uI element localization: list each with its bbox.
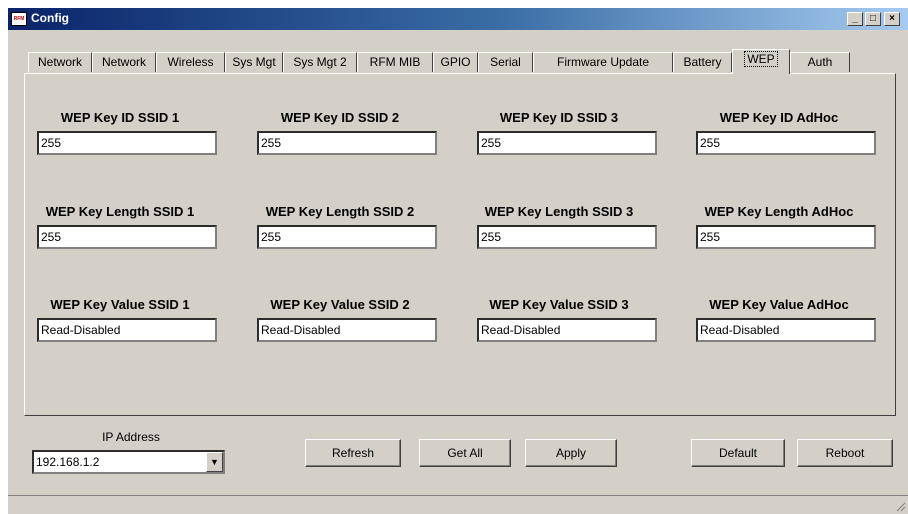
- wep-key-id-ssid2-label: WEP Key ID SSID 2: [280, 110, 400, 125]
- wep-key-value-adhoc-label: WEP Key Value AdHoc: [709, 297, 849, 312]
- tab-gpio[interactable]: GPIO: [433, 52, 478, 72]
- wep-key-id-ssid1-field[interactable]: 255: [37, 131, 217, 155]
- wep-key-value-ssid2-label: WEP Key Value SSID 2: [270, 297, 410, 312]
- config-window: RFM Config _ □ × Network Network Wireles…: [8, 8, 908, 514]
- tab-battery[interactable]: Battery: [673, 52, 732, 72]
- chevron-down-icon[interactable]: ▼: [206, 452, 223, 472]
- minimize-button[interactable]: _: [847, 12, 863, 26]
- wep-key-value-ssid3-field[interactable]: Read-Disabled: [477, 318, 657, 342]
- refresh-button[interactable]: Refresh: [305, 439, 401, 467]
- wep-key-length-ssid2-label: WEP Key Length SSID 2: [265, 204, 415, 219]
- wep-key-length-ssid1-field[interactable]: 255: [37, 225, 217, 249]
- wep-key-id-adhoc-label: WEP Key ID AdHoc: [719, 110, 839, 125]
- wep-key-id-ssid1-label: WEP Key ID SSID 1: [60, 110, 180, 125]
- tab-sys-mgt-2[interactable]: Sys Mgt 2: [283, 52, 357, 72]
- default-button[interactable]: Default: [691, 439, 785, 467]
- wep-key-length-ssid1-label: WEP Key Length SSID 1: [45, 204, 195, 219]
- wep-key-id-ssid2-field[interactable]: 255: [257, 131, 437, 155]
- wep-key-length-ssid3-label: WEP Key Length SSID 3: [484, 204, 634, 219]
- resize-grip-icon[interactable]: [894, 500, 906, 512]
- wep-key-id-ssid3-label: WEP Key ID SSID 3: [499, 110, 619, 125]
- wep-key-value-ssid1-field[interactable]: Read-Disabled: [37, 318, 217, 342]
- wep-key-length-adhoc-label: WEP Key Length AdHoc: [704, 204, 854, 219]
- wep-key-length-adhoc-field[interactable]: 255: [696, 225, 876, 249]
- tab-wep[interactable]: WEP: [732, 49, 790, 74]
- wep-key-value-adhoc-field[interactable]: Read-Disabled: [696, 318, 876, 342]
- tab-auth[interactable]: Auth: [790, 52, 850, 72]
- wep-key-value-ssid2-field[interactable]: Read-Disabled: [257, 318, 437, 342]
- wep-key-value-ssid1-label: WEP Key Value SSID 1: [50, 297, 190, 312]
- ip-address-select[interactable]: 192.168.1.2 ▼: [32, 450, 225, 474]
- apply-button[interactable]: Apply: [525, 439, 617, 467]
- tab-sys-mgt[interactable]: Sys Mgt: [225, 52, 283, 72]
- tab-serial[interactable]: Serial: [478, 52, 533, 72]
- wep-key-id-adhoc-field[interactable]: 255: [696, 131, 876, 155]
- tab-wireless[interactable]: Wireless: [156, 52, 225, 72]
- app-logo-icon: RFM: [11, 12, 27, 26]
- wep-key-value-ssid3-label: WEP Key Value SSID 3: [489, 297, 629, 312]
- tab-firmware-update[interactable]: Firmware Update: [533, 52, 673, 72]
- get-all-button[interactable]: Get All: [419, 439, 511, 467]
- tab-network[interactable]: Network: [28, 52, 92, 72]
- reboot-button[interactable]: Reboot: [797, 439, 893, 467]
- tab-rfm-mib[interactable]: RFM MIB: [357, 52, 433, 72]
- tab-network-2[interactable]: Network: [92, 52, 156, 72]
- window-title: Config: [31, 11, 69, 25]
- wep-key-length-ssid3-field[interactable]: 255: [477, 225, 657, 249]
- ip-address-value: 192.168.1.2: [36, 455, 100, 469]
- status-bar: [8, 495, 908, 514]
- wep-key-length-ssid2-field[interactable]: 255: [257, 225, 437, 249]
- title-bar[interactable]: RFM Config _ □ ×: [8, 8, 908, 30]
- ip-address-label: IP Address: [102, 430, 160, 444]
- wep-key-id-ssid3-field[interactable]: 255: [477, 131, 657, 155]
- maximize-button[interactable]: □: [865, 12, 881, 26]
- close-button[interactable]: ×: [884, 12, 900, 26]
